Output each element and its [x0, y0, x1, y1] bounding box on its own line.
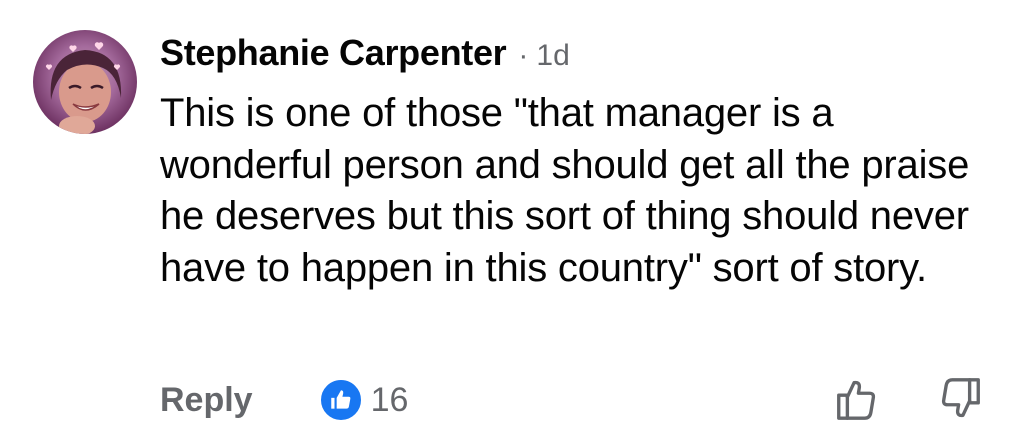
timestamp[interactable]: 1d: [536, 39, 569, 73]
comment-header: Stephanie Carpenter · 1d: [160, 32, 570, 78]
thumbs-up-outline-icon: [837, 380, 876, 420]
author-name[interactable]: Stephanie Carpenter: [160, 32, 507, 74]
upvote-button[interactable]: [833, 376, 879, 422]
avatar[interactable]: [33, 30, 137, 134]
downvote-button[interactable]: [938, 376, 984, 422]
reply-button[interactable]: Reply: [160, 381, 253, 420]
comment-actions: Reply 16: [160, 375, 408, 425]
comment: Stephanie Carpenter · 1d This is one of …: [0, 0, 1024, 443]
reaction-count: 16: [370, 380, 409, 419]
comment-text: This is one of those "that manager is a …: [160, 91, 970, 290]
thumbs-down-outline-icon: [941, 378, 980, 418]
separator-dot: ·: [518, 39, 529, 72]
reaction-summary[interactable]: 16: [318, 378, 409, 422]
avatar-photo-icon: [45, 42, 122, 134]
like-reaction-icon: [318, 378, 363, 422]
